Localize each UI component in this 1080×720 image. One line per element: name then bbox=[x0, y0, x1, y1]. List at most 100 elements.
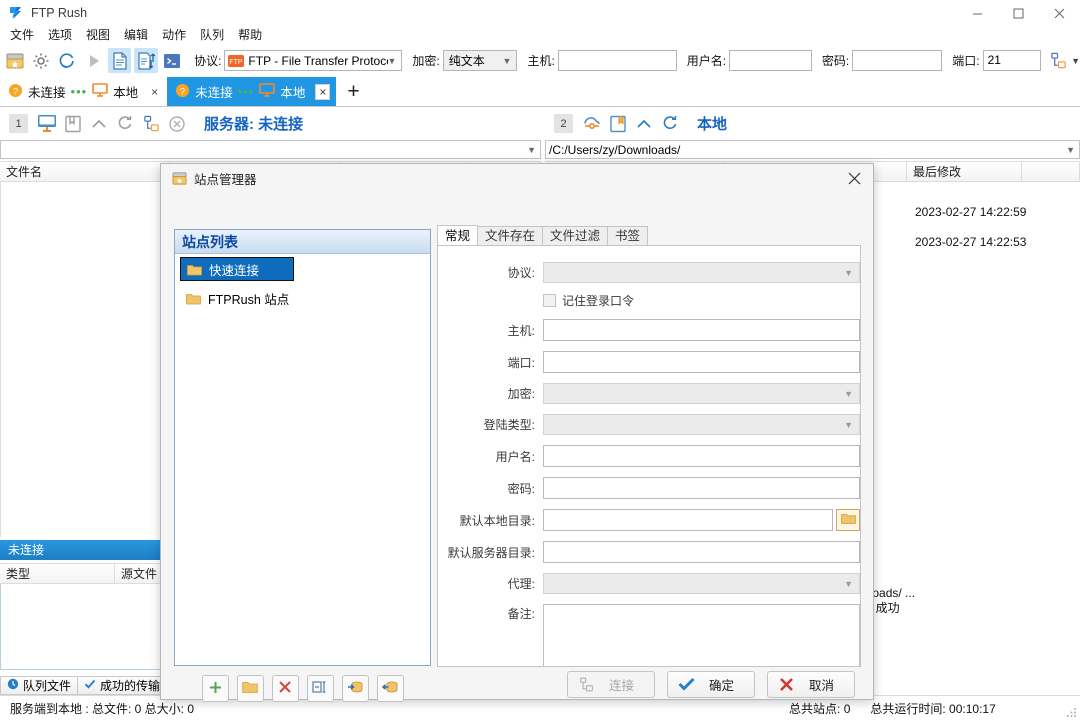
session-tab-2-close-icon[interactable]: × bbox=[315, 84, 330, 100]
log-line: nloads/ ... bbox=[863, 586, 1080, 601]
session-tab-1-close-icon[interactable]: × bbox=[148, 85, 161, 99]
tab-successful-transfers-label: 成功的传输 bbox=[100, 677, 160, 694]
proxy-select[interactable]: ▼ bbox=[543, 573, 860, 594]
menu-edit[interactable]: 编辑 bbox=[117, 26, 155, 45]
username-label: 用户名: bbox=[687, 52, 726, 69]
host-input[interactable] bbox=[558, 50, 677, 71]
log-file-icon[interactable] bbox=[108, 48, 131, 73]
menu-options[interactable]: 选项 bbox=[41, 26, 79, 45]
server-bookmark-icon[interactable] bbox=[60, 111, 86, 137]
menu-help[interactable]: 帮助 bbox=[231, 26, 269, 45]
tab-general[interactable]: 常规 bbox=[437, 225, 478, 246]
local-path-row: /C:/Users/zy/Downloads/ ▼ bbox=[545, 140, 1080, 159]
folder-icon bbox=[186, 292, 201, 305]
svg-text:FTP: FTP bbox=[230, 59, 244, 66]
login-type-select[interactable]: ▼ bbox=[543, 414, 860, 435]
parent-directory-icon[interactable] bbox=[86, 111, 112, 137]
cross-icon bbox=[778, 676, 795, 693]
dialog-close-icon[interactable] bbox=[835, 164, 873, 193]
window-controls bbox=[957, 0, 1080, 26]
new-tab-button[interactable]: + bbox=[347, 81, 359, 106]
dialog-tabstrip: 常规 文件存在 文件过滤 书签 bbox=[437, 225, 861, 246]
titlebar: FTP Rush bbox=[0, 0, 1080, 27]
username-input[interactable] bbox=[543, 445, 860, 467]
note-textarea[interactable] bbox=[543, 604, 860, 667]
local-parent-directory-icon[interactable] bbox=[631, 111, 657, 137]
refresh-icon[interactable] bbox=[56, 48, 79, 73]
svg-text:?: ? bbox=[13, 86, 18, 96]
site-manager-icon[interactable] bbox=[3, 48, 26, 73]
menu-queue[interactable]: 队列 bbox=[193, 26, 231, 45]
connect-button[interactable]: 连接 bbox=[567, 671, 655, 698]
protocol-label: 协议: bbox=[438, 264, 543, 281]
column-header-filename[interactable]: 文件名 bbox=[0, 161, 170, 182]
field-row-encryption: 加密: ▼ bbox=[438, 383, 860, 404]
tab-queued-files[interactable]: 队列文件 bbox=[0, 676, 78, 695]
field-row-login-type: 登陆类型: ▼ bbox=[438, 414, 860, 435]
maximize-icon[interactable] bbox=[998, 0, 1039, 26]
site-list-item-label: 快速连接 bbox=[209, 260, 259, 279]
settings-gear-icon[interactable] bbox=[29, 48, 52, 73]
console-icon[interactable] bbox=[161, 48, 184, 73]
local-panel-number: 2 bbox=[554, 114, 573, 133]
site-list[interactable]: 站点列表 快速连接 FTPRush 站点 bbox=[174, 229, 431, 666]
quick-connect-button[interactable]: ▼ bbox=[1049, 51, 1080, 70]
server-path-input[interactable]: ▼ bbox=[0, 140, 541, 159]
warning-status-icon: ? bbox=[175, 83, 190, 101]
menu-actions[interactable]: 动作 bbox=[155, 26, 193, 45]
menu-file[interactable]: 文件 bbox=[3, 26, 41, 45]
password-input[interactable] bbox=[852, 50, 942, 71]
menu-view[interactable]: 视图 bbox=[79, 26, 117, 45]
chevron-down-icon[interactable]: ▼ bbox=[527, 145, 536, 155]
protocol-select[interactable]: ▼ bbox=[543, 262, 860, 283]
progress-dots-icon: ••• bbox=[238, 85, 255, 98]
encryption-select[interactable]: 纯文本 ▼ bbox=[443, 50, 518, 71]
username-input[interactable] bbox=[729, 50, 812, 71]
server-monitor-icon[interactable] bbox=[34, 111, 60, 137]
server-site-manager-icon[interactable] bbox=[138, 111, 164, 137]
port-input[interactable]: 21 bbox=[983, 50, 1041, 71]
column-header-4[interactable] bbox=[1022, 161, 1080, 182]
field-row-proxy: 代理: ▼ bbox=[438, 573, 860, 594]
password-input[interactable] bbox=[543, 477, 860, 499]
local-dir-input[interactable] bbox=[543, 509, 833, 531]
session-tab-2-label: 本地 bbox=[280, 82, 305, 101]
server-dir-label: 默认服务器目录: bbox=[438, 544, 543, 561]
transfer-log-icon[interactable] bbox=[134, 48, 157, 73]
file-modified-date: 2023-02-27 14:22:59 bbox=[915, 202, 1026, 223]
chevron-down-icon[interactable]: ▼ bbox=[1066, 145, 1075, 155]
ok-button[interactable]: 确定 bbox=[667, 671, 755, 698]
server-refresh-icon[interactable] bbox=[112, 111, 138, 137]
protocol-select[interactable]: FTP FTP - File Transfer Protocc ▼ bbox=[224, 50, 402, 71]
tab-successful-transfers[interactable]: 成功的传输 bbox=[77, 676, 167, 695]
server-dir-input[interactable] bbox=[543, 541, 860, 563]
play-icon[interactable] bbox=[82, 48, 105, 73]
field-row-note: 备注: bbox=[438, 604, 860, 667]
tab-file-exists[interactable]: 文件存在 bbox=[477, 226, 543, 246]
close-icon[interactable] bbox=[1039, 0, 1080, 26]
column-header-modified[interactable]: 最后修改 bbox=[907, 161, 1022, 182]
site-manager-icon bbox=[172, 171, 187, 186]
dialog-footer: 连接 确定 取消 bbox=[161, 669, 873, 699]
port-input[interactable] bbox=[543, 351, 860, 373]
encryption-select[interactable]: ▼ bbox=[543, 383, 860, 404]
host-input[interactable] bbox=[543, 319, 860, 341]
protocol-label: 协议: bbox=[194, 52, 221, 69]
local-dir-browse-button[interactable] bbox=[836, 509, 860, 531]
session-tab-2[interactable]: ? 未连接 ••• 本地 × bbox=[167, 77, 336, 106]
tab-bookmarks[interactable]: 书签 bbox=[607, 226, 648, 246]
tab-file-filter[interactable]: 文件过滤 bbox=[542, 226, 608, 246]
local-bookmark-icon[interactable] bbox=[605, 111, 631, 137]
resize-grip-icon[interactable] bbox=[1064, 705, 1078, 719]
minimize-icon[interactable] bbox=[957, 0, 998, 26]
cancel-button[interactable]: 取消 bbox=[767, 671, 855, 698]
session-tab-1[interactable]: ? 未连接 ••• 本地 × bbox=[0, 77, 167, 106]
server-disconnect-icon[interactable] bbox=[164, 111, 190, 137]
site-list-item-quick-connect[interactable]: 快速连接 bbox=[180, 257, 294, 281]
remember-password-checkbox[interactable] bbox=[543, 294, 556, 307]
column-header-type[interactable]: 类型 bbox=[0, 563, 115, 584]
local-drive-icon[interactable] bbox=[579, 111, 605, 137]
local-refresh-icon[interactable] bbox=[657, 111, 683, 137]
local-path-input[interactable]: /C:/Users/zy/Downloads/ ▼ bbox=[545, 140, 1080, 159]
site-list-item-ftprush-sites[interactable]: FTPRush 站点 bbox=[175, 286, 430, 310]
